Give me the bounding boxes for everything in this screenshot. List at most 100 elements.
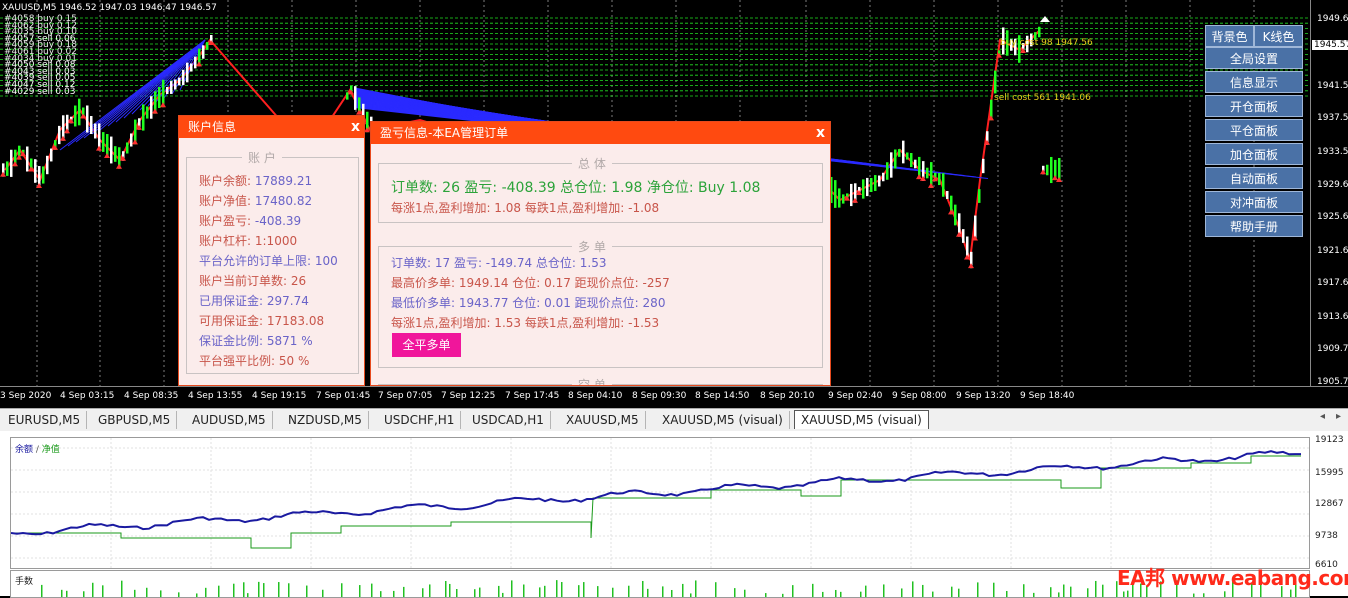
arrow-mark: [1040, 16, 1050, 22]
help-manual-button[interactable]: 帮助手册: [1205, 215, 1303, 237]
tab-xauusd-visual[interactable]: XAUUSD,M5 (visual): [656, 411, 790, 429]
add-position-panel-button[interactable]: 加仓面板: [1205, 143, 1303, 165]
lots-bar: [977, 582, 979, 597]
tab-usdcad[interactable]: USDCAD,H1: [466, 411, 551, 429]
price-tick: 1945.57: [1312, 40, 1348, 50]
arrow-mark: [968, 263, 974, 269]
lots-bar: [682, 583, 684, 597]
global-settings-button[interactable]: 全局设置: [1205, 47, 1303, 69]
order-limit-label: 平台允许的订单上限:: [199, 254, 312, 268]
price-tick: 1937.50: [1317, 113, 1348, 123]
time-tick: 8 Sep 09:30: [632, 391, 687, 401]
background-color-button[interactable]: 背景色: [1205, 25, 1254, 47]
balance-legend: 余额 / 净值: [15, 442, 60, 455]
tab-nzdusd[interactable]: NZDUSD,M5: [282, 411, 369, 429]
price-axis: 1949.60 1945.57 1941.50 1937.50 1933.50 1929.…: [1310, 0, 1348, 387]
candle: [186, 62, 189, 83]
candle: [10, 149, 13, 177]
close-icon[interactable]: x: [351, 116, 360, 138]
candle: [190, 63, 193, 72]
candle: [982, 158, 985, 174]
close-panel-button[interactable]: 平仓面板: [1205, 119, 1303, 141]
order-limit-row: 平台允许的订单上限: 100: [199, 252, 338, 269]
tab-eurusd[interactable]: EURUSD,M5: [2, 411, 88, 429]
hedge-panel-button[interactable]: 对冲面板: [1205, 191, 1303, 213]
arrow-mark: [160, 102, 166, 108]
candle: [50, 148, 53, 162]
lots-bar: [628, 585, 630, 597]
account-info-window: 账户信息 x 账 户 账户余额: 17889.21 账户净值: 17480.82…: [178, 115, 365, 386]
equity-row: 账户净值: 17480.82: [199, 192, 312, 209]
lots-bar: [922, 584, 924, 597]
price-tick: 1909.70: [1317, 344, 1348, 354]
scroll-right-icon[interactable]: ▸: [1336, 411, 1341, 422]
lots-bar: [1006, 590, 1008, 597]
tab-usdchf[interactable]: USDCHF,H1: [378, 411, 462, 429]
lots-legend: 手数: [15, 577, 34, 587]
lots-bar: [83, 591, 85, 597]
candle: [150, 96, 153, 119]
candle: [170, 81, 173, 94]
lots-bar: [695, 580, 697, 597]
lots-bar: [247, 593, 249, 597]
candle: [914, 159, 917, 169]
close-icon[interactable]: x: [816, 122, 825, 144]
lots-bar: [449, 583, 451, 597]
lots-bar: [258, 581, 260, 597]
tab-xauusd-visual-active[interactable]: XAUUSD,M5 (visual): [794, 410, 929, 429]
lots-bar: [393, 590, 395, 597]
lots-graph: 手数: [10, 570, 1310, 598]
time-tick: 4 Sep 08:35: [124, 391, 179, 401]
free-margin-label: 可用保证金:: [199, 314, 264, 328]
info-display-button[interactable]: 信息显示: [1205, 71, 1303, 93]
close-all-long-button[interactable]: 全平多单: [392, 333, 461, 357]
margin-ratio-value: 5871 %: [266, 334, 313, 348]
lots-plot: [41, 580, 1297, 597]
price-tick: 1933.50: [1317, 147, 1348, 157]
candle: [1050, 156, 1053, 184]
open-panel-button[interactable]: 开仓面板: [1205, 95, 1303, 117]
order-label: #4029 sell 0.03: [4, 86, 76, 97]
candle: [166, 86, 169, 95]
lots-bar: [561, 582, 563, 597]
lots-bar: [912, 581, 914, 597]
stopout-label: 平台强平比例:: [199, 354, 276, 368]
tab-gbpusd[interactable]: GBPUSD,M5: [92, 411, 178, 429]
auto-panel-button[interactable]: 自动面板: [1205, 167, 1303, 189]
time-tick: 7 Sep 01:45: [316, 391, 371, 401]
candle: [74, 105, 77, 127]
arrow-mark: [116, 163, 122, 169]
profit-value: -408.39: [254, 214, 302, 228]
candle: [158, 87, 161, 108]
lots-bar: [502, 592, 504, 597]
total-group-title: 总 体: [572, 155, 612, 172]
lots-bar: [1193, 593, 1195, 597]
lots-bar: [341, 583, 343, 597]
lots-bar: [578, 585, 580, 597]
order-count-value: 26: [290, 274, 307, 288]
short-group-title: 空 单: [572, 376, 612, 385]
scroll-left-icon[interactable]: ◂: [1320, 411, 1325, 422]
balance-tick: 9738: [1315, 531, 1338, 541]
arrow-mark: [928, 182, 934, 188]
free-margin-value: 17183.08: [266, 314, 325, 328]
tab-xauusd[interactable]: XAUUSD,M5: [560, 411, 646, 429]
lots-bar: [278, 582, 280, 597]
account-window-title: 账户信息: [179, 116, 364, 138]
lots-bar: [306, 585, 308, 597]
candle: [142, 104, 145, 131]
lots-bar: [92, 582, 94, 597]
candle: [890, 152, 893, 178]
stopout-value: 50 %: [278, 354, 310, 368]
lots-bar: [1102, 584, 1104, 597]
tab-audusd[interactable]: AUDUSD,M5: [186, 411, 273, 429]
time-tick: 8 Sep 14:50: [695, 391, 750, 401]
lots-bar: [371, 583, 373, 597]
lots-bar: [1224, 591, 1226, 597]
time-tick: 9 Sep 02:40: [828, 391, 883, 401]
kline-color-button[interactable]: K线色: [1254, 25, 1303, 47]
lots-bar: [993, 582, 995, 597]
candle: [850, 183, 853, 207]
total-summary: 订单数: 26 盈亏: -408.39 总仓位: 1.98 净仓位: Buy 1…: [391, 180, 761, 196]
profit-loss-window: 盈亏信息-本EA管理订单 x 总 体 订单数: 26 盈亏: -408.39 总…: [370, 121, 831, 386]
